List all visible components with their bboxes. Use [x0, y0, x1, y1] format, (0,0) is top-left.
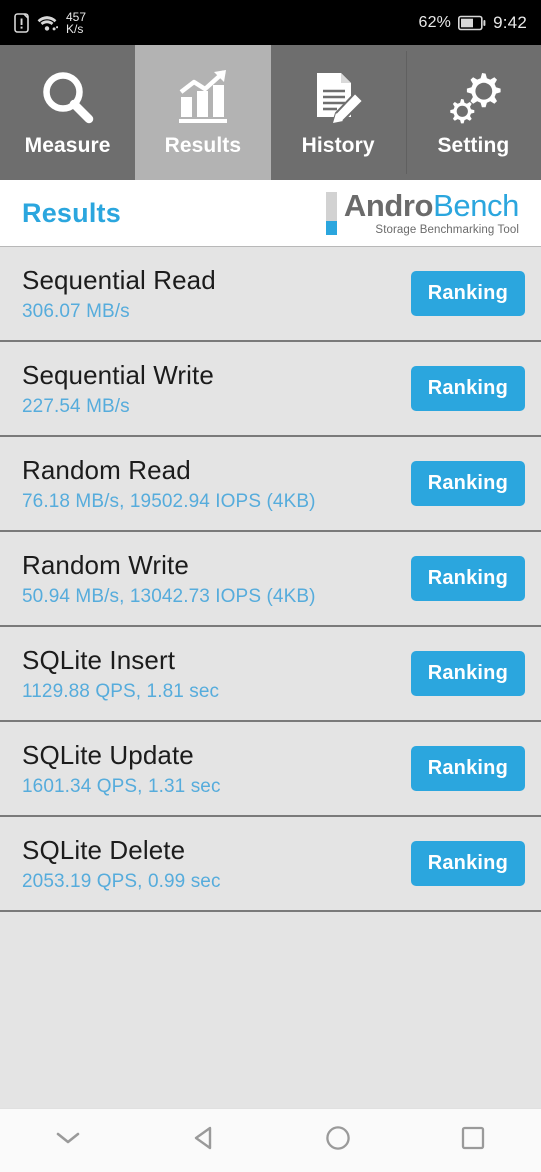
table-row[interactable]: SQLite Update 1601.34 QPS, 1.31 sec Rank… — [0, 722, 541, 817]
row-text: SQLite Update 1601.34 QPS, 1.31 sec — [22, 740, 221, 798]
gears-icon — [442, 67, 504, 129]
row-title: SQLite Delete — [22, 834, 186, 865]
recents-square-icon — [460, 1125, 486, 1156]
table-row[interactable]: Random Write 50.94 MB/s, 13042.73 IOPS (… — [0, 532, 541, 627]
tab-bar: Measure Results History Setting — [0, 45, 541, 180]
ranking-button[interactable]: Ranking — [410, 556, 525, 601]
ranking-button[interactable]: Ranking — [410, 271, 525, 316]
row-title: SQLite Insert — [22, 644, 176, 675]
row-text: Random Write 50.94 MB/s, 13042.73 IOPS (… — [22, 550, 316, 608]
android-nav-bar — [0, 1108, 541, 1172]
row-text: SQLite Insert 1129.88 QPS, 1.81 sec — [22, 645, 219, 703]
logo-subtitle: Storage Benchmarking Tool — [375, 223, 519, 236]
row-text: Sequential Write 227.54 MB/s — [22, 360, 214, 418]
back-triangle-icon — [191, 1125, 215, 1156]
row-value: 227.54 MB/s — [22, 395, 130, 417]
row-title: SQLite Update — [22, 739, 194, 770]
ranking-button[interactable]: Ranking — [410, 366, 525, 411]
table-row[interactable]: SQLite Delete 2053.19 QPS, 0.99 sec Rank… — [0, 817, 541, 912]
table-row[interactable]: SQLite Insert 1129.88 QPS, 1.81 sec Rank… — [0, 627, 541, 722]
status-bar-left: 457 K/s — [14, 11, 86, 35]
table-row[interactable]: Sequential Read 306.07 MB/s Ranking — [0, 247, 541, 342]
hide-navbar-button[interactable] — [0, 1130, 135, 1151]
androbench-app: 457 K/s 62% 9:42 Measure Results History… — [0, 0, 541, 1172]
tab-history-label: History — [301, 134, 375, 157]
back-button[interactable] — [135, 1125, 270, 1156]
androbench-logo: AndroBench Storage Benchmarking Tool — [325, 188, 520, 236]
row-text: SQLite Delete 2053.19 QPS, 0.99 sec — [22, 835, 221, 893]
row-value: 1129.88 QPS, 1.81 sec — [22, 680, 220, 702]
row-value: 1601.34 QPS, 1.31 sec — [22, 775, 221, 797]
ranking-button[interactable]: Ranking — [410, 651, 525, 696]
tab-measure[interactable]: Measure — [0, 45, 135, 180]
table-row[interactable]: Sequential Write 227.54 MB/s Ranking — [0, 342, 541, 437]
logo-andro: Andro — [343, 188, 434, 224]
status-bar-right: 62% 9:42 — [418, 13, 527, 33]
tab-results-label: Results — [164, 134, 242, 157]
row-title: Sequential Write — [22, 359, 214, 390]
status-bar: 457 K/s 62% 9:42 — [0, 0, 541, 45]
home-circle-icon — [325, 1125, 351, 1156]
tab-results[interactable]: Results — [135, 45, 271, 180]
page-title: Results — [22, 197, 121, 228]
clock: 9:42 — [493, 12, 527, 32]
document-pencil-icon — [307, 67, 369, 129]
sim-alert-icon — [14, 12, 29, 33]
row-value: 306.07 MB/s — [22, 300, 130, 322]
ranking-button[interactable]: Ranking — [410, 841, 525, 886]
row-text: Random Read 76.18 MB/s, 19502.94 IOPS (4… — [22, 455, 316, 513]
results-list: Sequential Read 306.07 MB/s Ranking Sequ… — [0, 247, 541, 1108]
recents-button[interactable] — [406, 1125, 541, 1156]
logo-bench: Bench — [433, 188, 519, 224]
battery-icon — [458, 15, 486, 31]
row-value: 50.94 MB/s, 13042.73 IOPS (4KB) — [22, 585, 316, 607]
network-speed: 457 K/s — [65, 11, 86, 35]
logo-text: AndroBench Storage Benchmarking Tool — [343, 188, 520, 236]
tab-measure-label: Measure — [24, 134, 111, 157]
row-title: Random Write — [22, 549, 189, 580]
network-speed-value: 457 — [66, 9, 87, 24]
home-button[interactable] — [271, 1125, 406, 1156]
row-title: Sequential Read — [22, 264, 216, 295]
tab-setting[interactable]: Setting — [405, 45, 541, 180]
tab-setting-label: Setting — [437, 134, 510, 157]
logo-bar-icon — [325, 192, 337, 236]
tab-history[interactable]: History — [271, 45, 406, 180]
row-value: 2053.19 QPS, 0.99 sec — [22, 870, 221, 892]
ranking-button[interactable]: Ranking — [410, 461, 525, 506]
magnifier-icon — [37, 67, 99, 129]
page-header: Results AndroBench Storage Benchmarking … — [0, 180, 541, 247]
row-title: Random Read — [22, 454, 191, 485]
chevron-down-icon — [55, 1130, 81, 1151]
bar-chart-arrow-icon — [172, 67, 234, 129]
network-speed-unit: K/s — [66, 21, 84, 36]
battery-percent: 62% — [418, 13, 452, 31]
logo-wordmark: AndroBench — [343, 188, 520, 224]
table-row[interactable]: Random Read 76.18 MB/s, 19502.94 IOPS (4… — [0, 437, 541, 532]
row-value: 76.18 MB/s, 19502.94 IOPS (4KB) — [22, 490, 316, 512]
row-text: Sequential Read 306.07 MB/s — [22, 265, 216, 323]
ranking-button[interactable]: Ranking — [410, 746, 525, 791]
wifi-icon — [36, 14, 58, 32]
